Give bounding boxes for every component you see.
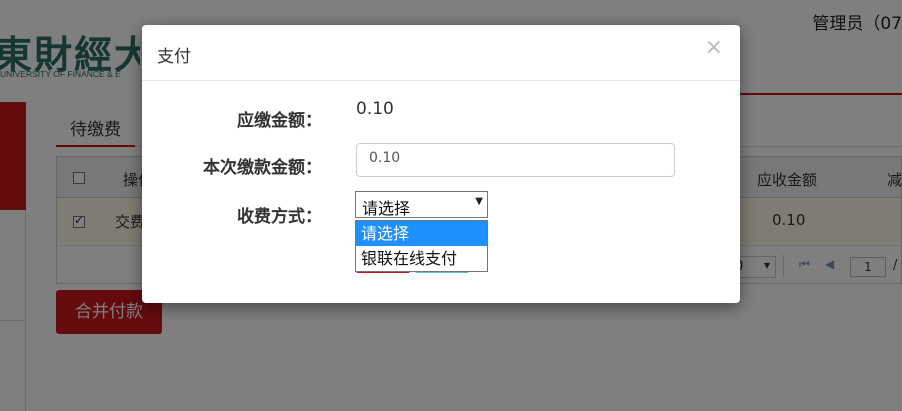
option-unionpay-online[interactable]: 银联在线支付	[356, 246, 487, 271]
payment-dialog: 支付 × 应缴金额： 0.10 本次缴款金额： 0.10 收费方式： 请选择 ▼…	[142, 25, 740, 303]
option-please-select[interactable]: 请选择	[356, 221, 487, 246]
due-amount-label: 应缴金额：	[237, 111, 322, 131]
payment-method-select[interactable]: 请选择 ▼	[355, 191, 488, 218]
dropdown-arrow-icon: ▼	[475, 196, 483, 207]
pay-amount-label: 本次缴款金额：	[203, 158, 322, 178]
close-icon[interactable]: ×	[705, 37, 723, 59]
payment-method-label: 收费方式：	[237, 207, 322, 227]
dialog-header: 支付 ×	[142, 25, 740, 81]
pay-amount-input[interactable]: 0.10	[356, 143, 675, 177]
due-amount-value: 0.10	[356, 99, 394, 119]
dialog-title: 支付	[157, 47, 191, 67]
payment-method-selected: 请选择	[362, 199, 411, 218]
payment-method-dropdown: 请选择 银联在线支付	[355, 220, 488, 272]
